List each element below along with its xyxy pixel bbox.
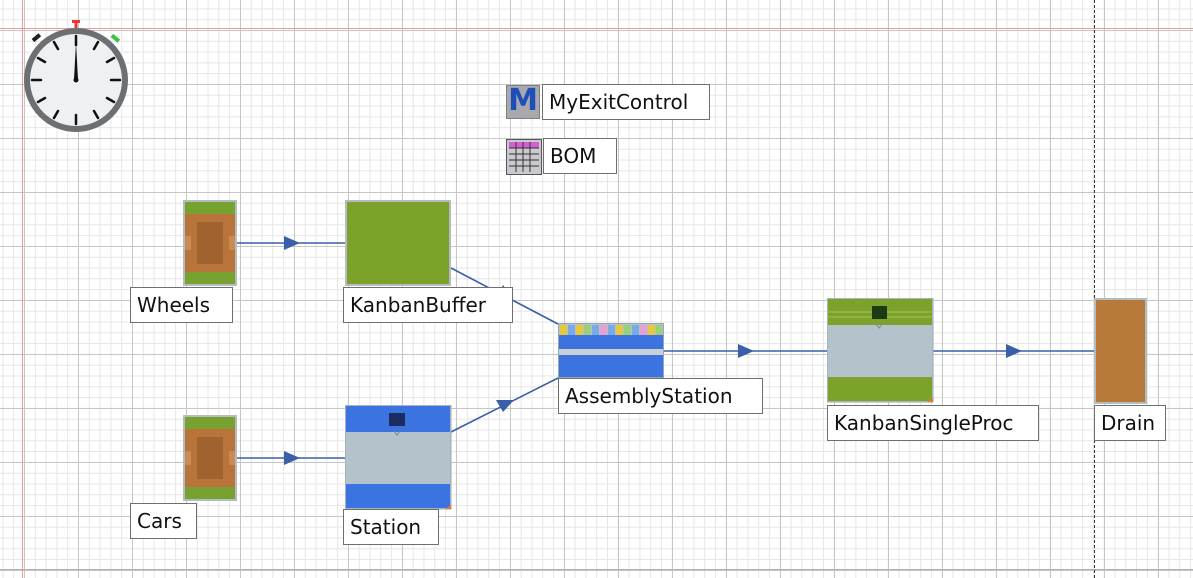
station-label[interactable]: Station [343, 509, 439, 545]
kanban-single-proc-icon[interactable] [827, 298, 935, 404]
source-cars-icon[interactable] [183, 415, 237, 501]
kanban-single-proc-label[interactable]: KanbanSingleProc [827, 405, 1039, 441]
arrow-wheels-buffer [284, 236, 300, 250]
kanban-buffer-label[interactable]: KanbanBuffer [343, 287, 513, 323]
station-icon[interactable] [345, 405, 453, 511]
arrow-singleproc-drain [1006, 344, 1022, 358]
source-wheels-icon[interactable] [183, 200, 237, 286]
drain-icon[interactable] [1094, 298, 1147, 404]
assembly-station-label[interactable]: AssemblyStation [558, 378, 763, 414]
arrow-cars-station [284, 451, 300, 465]
kanban-buffer-icon[interactable] [345, 200, 451, 286]
source-cars-label[interactable]: Cars [130, 503, 197, 539]
drain-label[interactable]: Drain [1094, 405, 1166, 441]
source-wheels-label[interactable]: Wheels [130, 287, 233, 323]
assembly-station-icon[interactable] [558, 323, 666, 379]
arrow-assembly-singleproc [738, 344, 754, 358]
model-frame-canvas[interactable]: M MyExitControl BOM Wheels Cars KanbanBu… [0, 0, 1193, 578]
arrow-station-assembly [496, 400, 514, 412]
